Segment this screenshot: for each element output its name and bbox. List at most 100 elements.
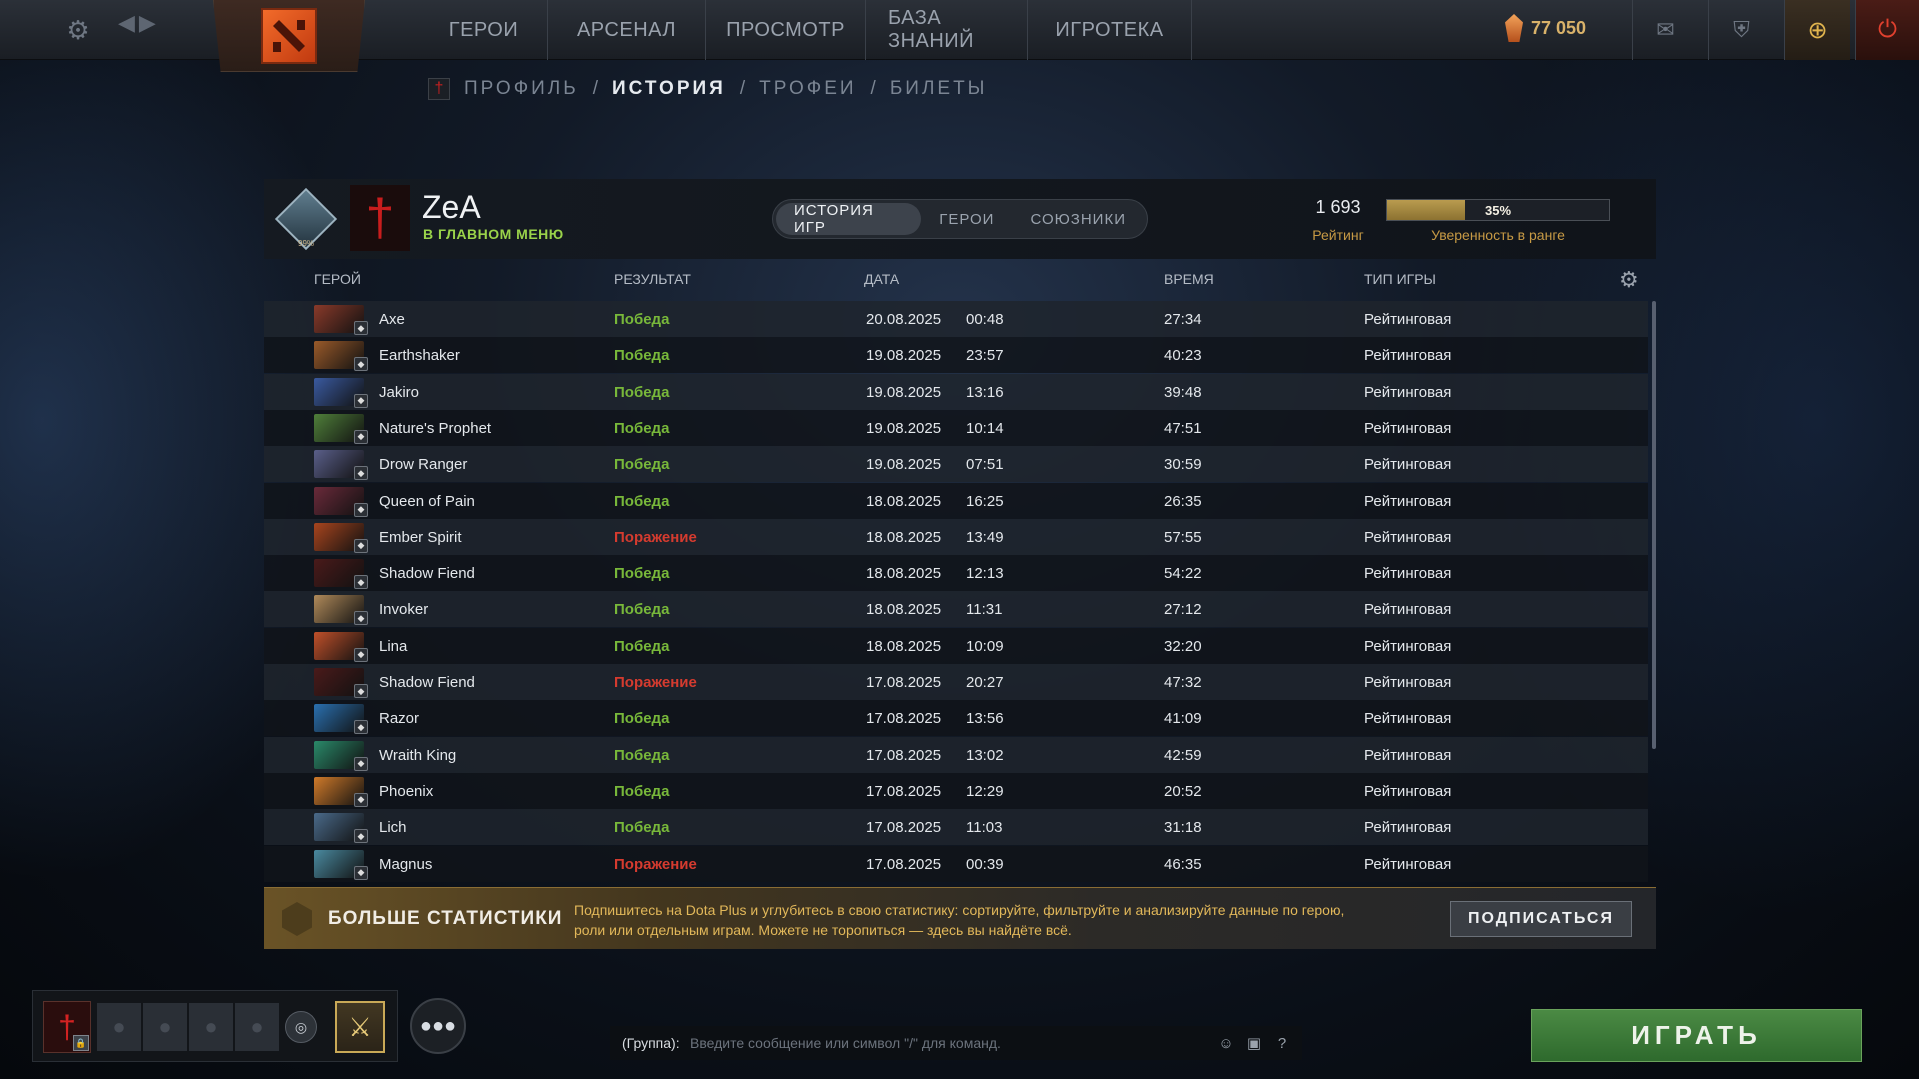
column-header-type[interactable]: ТИП ИГРЫ [1364,271,1436,287]
table-row[interactable]: ◆ Wraith King Победа 17.08.2025 13:02 42:59 Ре… [264,736,1648,773]
table-row[interactable]: ◆ Ember Spirit Поражение 18.08.2025 13:49 57:… [264,518,1648,555]
match-date: 18.08.2025 [866,637,942,655]
player-status: В ГЛАВНОМ МЕНЮ [423,226,564,242]
nav-armory[interactable]: АРСЕНАЛ [548,0,706,60]
nav-arcade[interactable]: ИГРОТЕКА [1028,0,1192,60]
exit-button[interactable]: ⏻ [1855,0,1919,60]
match-time: 10:14 [966,419,1004,437]
match-time: 12:13 [966,565,1004,583]
forward-arrow-icon[interactable]: ▶ [139,10,156,36]
match-type: Рейтинговая [1364,782,1452,800]
dota-logo-button[interactable] [213,0,365,72]
table-row[interactable]: ◆ Lina Победа 18.08.2025 10:09 32:20 Рейтингов… [264,627,1648,664]
find-party-icon[interactable]: ●●● [410,998,466,1054]
match-date: 17.08.2025 [866,819,942,837]
table-row[interactable]: ◆ Shadow Fiend Поражение 17.08.2025 20:27 47:… [264,664,1648,700]
tab-allies[interactable]: СОЮЗНИКИ [1012,203,1144,235]
chat-channel-label[interactable]: (Группа): [622,1035,680,1051]
subnav-history[interactable]: ИСТОРИЯ [612,78,726,100]
party-slot-empty[interactable]: ● [143,1003,187,1051]
column-header-date[interactable]: ДАТА [864,271,899,287]
table-row[interactable]: ◆ Razor Победа 17.08.2025 13:56 41:09 Рейтинго… [264,700,1648,737]
role-icon: ◆ [354,575,368,590]
dota-plus-icon: ⊕ [1807,16,1828,44]
subscribe-button[interactable]: ПОДПИСАТЬСЯ [1450,901,1632,937]
match-date: 18.08.2025 [866,565,942,583]
match-time: 13:16 [966,383,1004,401]
rank-confidence-bar: 35% [1386,199,1610,221]
armory-quick-button[interactable]: ⛨ [1708,0,1774,60]
chat-wheel-icon[interactable]: ▣ [1242,1031,1266,1055]
match-type: Рейтинговая [1364,492,1452,510]
emoji-icon[interactable]: ☺ [1214,1031,1238,1055]
table-row[interactable]: ◆ Nature's Prophet Победа 19.08.2025 10:14 47… [264,409,1648,446]
nav-learn[interactable]: БАЗА ЗНАНИЙ [866,0,1028,60]
table-row[interactable]: ◆ Lich Победа 17.08.2025 11:03 31:18 Рейтингов… [264,809,1648,846]
party-slot-empty[interactable]: ● [189,1003,233,1051]
table-row[interactable]: ◆ Magnus Поражение 17.08.2025 00:39 46:35 Рейт… [264,845,1648,882]
match-duration: 40:23 [1164,347,1202,365]
match-result: Победа [614,456,670,474]
role-icon: ◆ [354,647,368,662]
match-duration: 27:12 [1164,601,1202,619]
match-duration: 39:48 [1164,383,1202,401]
match-time: 23:57 [966,347,1004,365]
table-row[interactable]: ◆ Earthshaker Победа 19.08.2025 23:57 40:23 Ре… [264,337,1648,374]
table-row[interactable]: ◆ Jakiro Победа 19.08.2025 13:16 39:48 Рейтинг… [264,373,1648,410]
match-type: Рейтинговая [1364,855,1452,873]
party-slot-empty[interactable]: ● [97,1003,141,1051]
hero-name: Jakiro [379,383,420,401]
table-row[interactable]: ◆ Axe Победа 20.08.2025 00:48 27:34 Рейтингова… [264,301,1648,337]
table-row[interactable]: ◆ Queen of Pain Победа 18.08.2025 16:25 26:35… [264,482,1648,519]
role-icon: ◆ [354,865,368,880]
help-icon[interactable]: ? [1270,1031,1294,1055]
table-row[interactable]: ◆ Invoker Победа 18.08.2025 11:31 27:12 Рейтин… [264,591,1648,628]
dota-plus-button[interactable]: ⊕ [1784,0,1850,60]
column-header-duration[interactable]: ВРЕМЯ [1164,271,1214,287]
table-row[interactable]: ◆ Drow Ranger Победа 19.08.2025 07:51 30:59 Ре… [264,446,1648,483]
column-header-result[interactable]: РЕЗУЛЬТАТ [614,271,691,287]
match-duration: 47:51 [1164,419,1202,437]
match-result: Победа [614,492,670,510]
match-time: 07:51 [966,456,1004,474]
back-arrow-icon[interactable]: ◀ [118,10,135,36]
settings-gear-icon[interactable]: ⚙ [58,10,98,50]
chat-input[interactable] [690,1030,1210,1056]
table-row[interactable]: ◆ Shadow Fiend Победа 18.08.2025 12:13 54:22 Р… [264,555,1648,592]
table-settings-gear-icon[interactable]: ⚙ [1619,267,1639,293]
chat-bar: (Группа): ☺ ▣ ? [610,1026,1302,1060]
tab-heroes[interactable]: ГЕРОИ [921,203,1012,235]
shards-balance[interactable]: 77 050 [1505,14,1586,42]
profile-subnav: † ПРОФИЛЬ / ИСТОРИЯ / ТРОФЕИ / БИЛЕТЫ [428,76,988,102]
role-icon: ◆ [354,393,368,408]
match-type: Рейтинговая [1364,383,1452,401]
mail-button[interactable]: ✉ [1632,0,1698,60]
subnav-trophies[interactable]: ТРОФЕИ [759,78,856,100]
column-header-hero[interactable]: ГЕРОЙ [314,271,361,287]
match-time: 00:48 [966,311,1004,328]
play-button[interactable]: ИГРАТЬ [1531,1009,1862,1062]
hero-name: Phoenix [379,782,434,800]
dota-plus-badge-icon[interactable]: ⚔ [335,1001,385,1053]
party-slot-empty[interactable]: ● [235,1003,279,1051]
tab-match-history[interactable]: ИСТОРИЯ ИГР [776,202,922,236]
match-time: 12:29 [966,782,1004,800]
match-list-scrollbar[interactable] [1652,301,1656,749]
nav-watch[interactable]: ПРОСМОТР [706,0,866,60]
avatar[interactable]: † [350,185,410,251]
role-icon: ◆ [354,756,368,771]
match-duration: 20:52 [1164,782,1202,800]
voice-chat-headset-icon[interactable]: ◎ [285,1011,317,1043]
hero-name: Invoker [379,601,429,619]
hero-name: Shadow Fiend [379,674,475,691]
match-date: 20.08.2025 [866,311,942,328]
role-icon: ◆ [354,829,368,844]
profile-header: 99% † ZeA В ГЛАВНОМ МЕНЮ ИСТОРИЯ ИГР ГЕР… [264,179,1656,259]
role-icon: ◆ [354,720,368,735]
nav-heroes[interactable]: ГЕРОИ [420,0,548,60]
subnav-tickets[interactable]: БИЛЕТЫ [890,78,988,100]
subnav-profile[interactable]: ПРОФИЛЬ [464,78,579,100]
match-list: ◆ Axe Победа 20.08.2025 00:48 27:34 Рейтингова… [264,301,1648,895]
match-type: Рейтинговая [1364,311,1452,328]
table-row[interactable]: ◆ Phoenix Победа 17.08.2025 12:29 20:52 Рейтин… [264,772,1648,809]
